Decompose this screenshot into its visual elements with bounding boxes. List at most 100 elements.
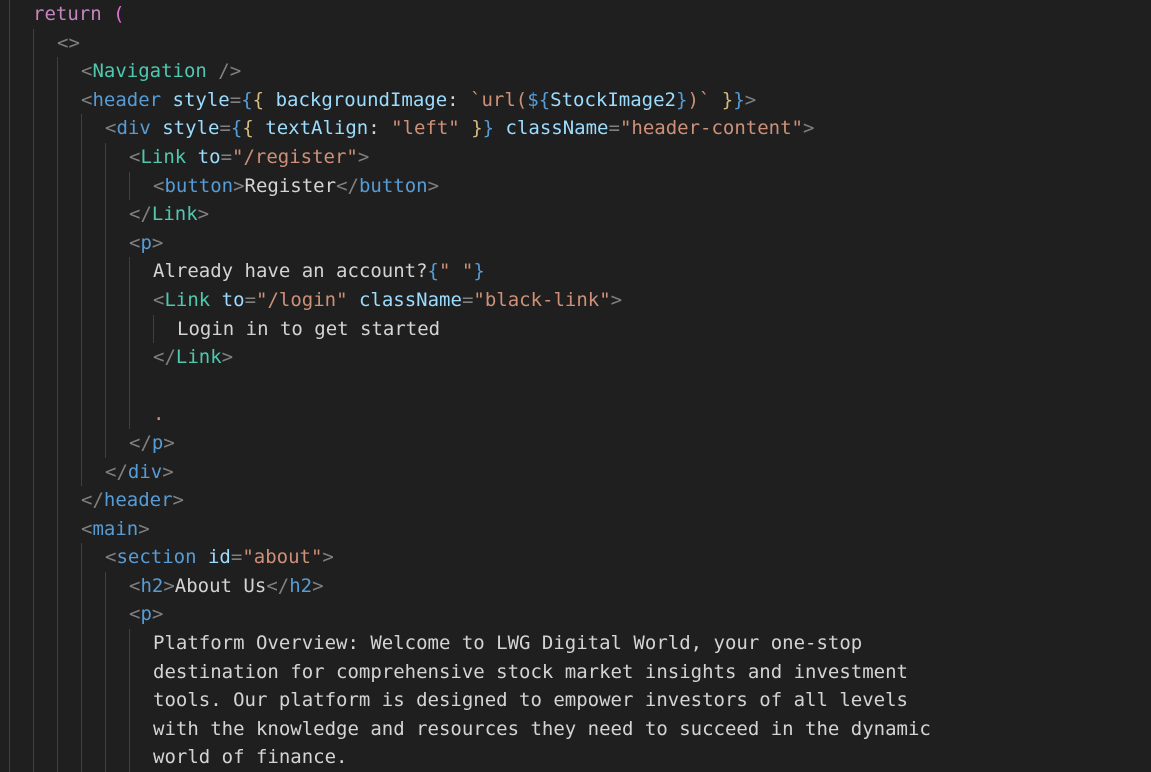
code-token: { bbox=[241, 88, 253, 111]
code-line[interactable]: <> bbox=[0, 29, 1151, 58]
code-token: div bbox=[116, 117, 151, 140]
code-token: < bbox=[105, 546, 117, 569]
code-token: > bbox=[163, 574, 175, 597]
code-line[interactable]: </div> bbox=[0, 458, 1151, 487]
code-token: </ bbox=[266, 574, 290, 597]
code-token: < bbox=[81, 517, 93, 540]
code-token: textAlign bbox=[265, 117, 369, 140]
code-token: to bbox=[221, 288, 245, 311]
code-token: { bbox=[242, 117, 254, 140]
code-token: "/login" bbox=[256, 288, 348, 311]
code-token: Login in to get started bbox=[177, 317, 441, 340]
code-token: </ bbox=[129, 431, 152, 454]
code-token: ${ bbox=[527, 88, 551, 111]
code-token: with the knowledge and resources they ne… bbox=[153, 717, 931, 740]
code-token: } bbox=[471, 117, 483, 140]
code-token: > bbox=[151, 603, 164, 626]
code-token: > bbox=[197, 203, 210, 226]
code-token: > bbox=[427, 174, 440, 197]
code-token: h2 bbox=[289, 574, 313, 597]
code-line[interactable]: <Link to="/register"> bbox=[0, 143, 1151, 172]
code-line[interactable]: world of finance. bbox=[0, 743, 1151, 772]
code-token: return bbox=[33, 3, 102, 25]
code-token: = bbox=[219, 117, 231, 140]
code-token: } bbox=[721, 88, 734, 111]
code-token: ( bbox=[113, 3, 125, 25]
code-token: to bbox=[197, 145, 221, 168]
code-line[interactable]: with the knowledge and resources they ne… bbox=[0, 715, 1151, 744]
code-token: style bbox=[162, 117, 220, 140]
code-token: "left" bbox=[391, 117, 460, 140]
code-line[interactable]: <section id="about"> bbox=[0, 543, 1151, 572]
code-token: About Us bbox=[174, 574, 267, 597]
code-line[interactable]: </p> bbox=[0, 429, 1151, 458]
code-token: = bbox=[608, 117, 620, 140]
code-token: } bbox=[675, 88, 688, 111]
code-token: </ bbox=[81, 489, 104, 512]
code-line[interactable]: Already have an account?{" "} bbox=[0, 257, 1151, 286]
code-token: button bbox=[164, 174, 234, 197]
code-line[interactable]: tools. Our platform is designed to empow… bbox=[0, 686, 1151, 715]
code-token: > bbox=[162, 460, 174, 483]
code-token: "about" bbox=[242, 546, 323, 569]
code-token: = bbox=[220, 145, 233, 168]
code-token: } bbox=[482, 117, 495, 140]
code-token: Link bbox=[175, 346, 222, 369]
code-token: `url( bbox=[470, 88, 528, 111]
code-line[interactable]: <Link to="/login" className="black-link"… bbox=[0, 286, 1151, 315]
code-token: " " bbox=[439, 260, 474, 283]
code-line[interactable]: <Navigation /> bbox=[0, 57, 1151, 86]
code-token: </ bbox=[336, 174, 359, 197]
code-token: = bbox=[230, 546, 243, 569]
code-token: main bbox=[92, 517, 139, 540]
code-token: Link bbox=[151, 203, 198, 226]
code-line[interactable]: </Link> bbox=[0, 200, 1151, 229]
code-editor-viewport[interactable]: return (<> <Navigation /> <header style={{… bbox=[0, 0, 1151, 772]
code-lines[interactable]: return (<> <Navigation /> <header style={{… bbox=[0, 0, 1151, 772]
code-token: destination for comprehensive stock mark… bbox=[153, 660, 908, 683]
code-token: = bbox=[229, 88, 242, 111]
code-token: } bbox=[733, 88, 745, 111]
code-line[interactable]: destination for comprehensive stock mark… bbox=[0, 658, 1151, 687]
code-token: p bbox=[140, 231, 152, 254]
code-token: Platform Overview: Welcome to LWG Digita… bbox=[153, 632, 863, 655]
code-line[interactable]: <h2>About Us</h2> bbox=[0, 572, 1151, 601]
code-line[interactable] bbox=[0, 372, 1151, 401]
code-token: backgroundImage bbox=[275, 88, 448, 111]
code-token: section bbox=[116, 546, 197, 569]
code-token: </ bbox=[129, 203, 152, 226]
code-line[interactable]: </Link> bbox=[0, 343, 1151, 372]
code-line[interactable]: <div style={{ textAlign: "left" }} class… bbox=[0, 114, 1151, 143]
code-token: header bbox=[103, 489, 173, 512]
code-token: tools. Our platform is designed to empow… bbox=[153, 689, 908, 712]
code-line[interactable]: <p> bbox=[0, 600, 1151, 629]
code-token: id bbox=[207, 546, 231, 569]
code-line[interactable]: </header> bbox=[0, 486, 1151, 515]
code-token: className bbox=[505, 117, 609, 140]
code-token: < bbox=[129, 231, 141, 254]
code-token: > bbox=[138, 517, 150, 540]
code-line[interactable]: <main> bbox=[0, 515, 1151, 544]
code-token: )` bbox=[687, 88, 711, 111]
code-token: p bbox=[151, 431, 164, 454]
code-token: { bbox=[230, 117, 243, 140]
code-line[interactable]: Login in to get started bbox=[0, 315, 1151, 344]
code-token: /> bbox=[218, 60, 242, 83]
code-token: < bbox=[129, 603, 141, 626]
code-line[interactable]: <button>Register</button> bbox=[0, 172, 1151, 201]
code-line[interactable]: return ( bbox=[0, 0, 1151, 29]
code-line[interactable]: . bbox=[0, 400, 1151, 429]
code-line[interactable]: <p> bbox=[0, 229, 1151, 258]
code-token: > bbox=[357, 145, 370, 168]
code-token: "/register" bbox=[232, 145, 358, 168]
code-token: < bbox=[153, 174, 165, 197]
code-token: Already have an account? bbox=[153, 260, 428, 283]
code-line[interactable]: <header style={{ backgroundImage: `url($… bbox=[0, 86, 1151, 115]
code-line[interactable]: Platform Overview: Welcome to LWG Digita… bbox=[0, 629, 1151, 658]
